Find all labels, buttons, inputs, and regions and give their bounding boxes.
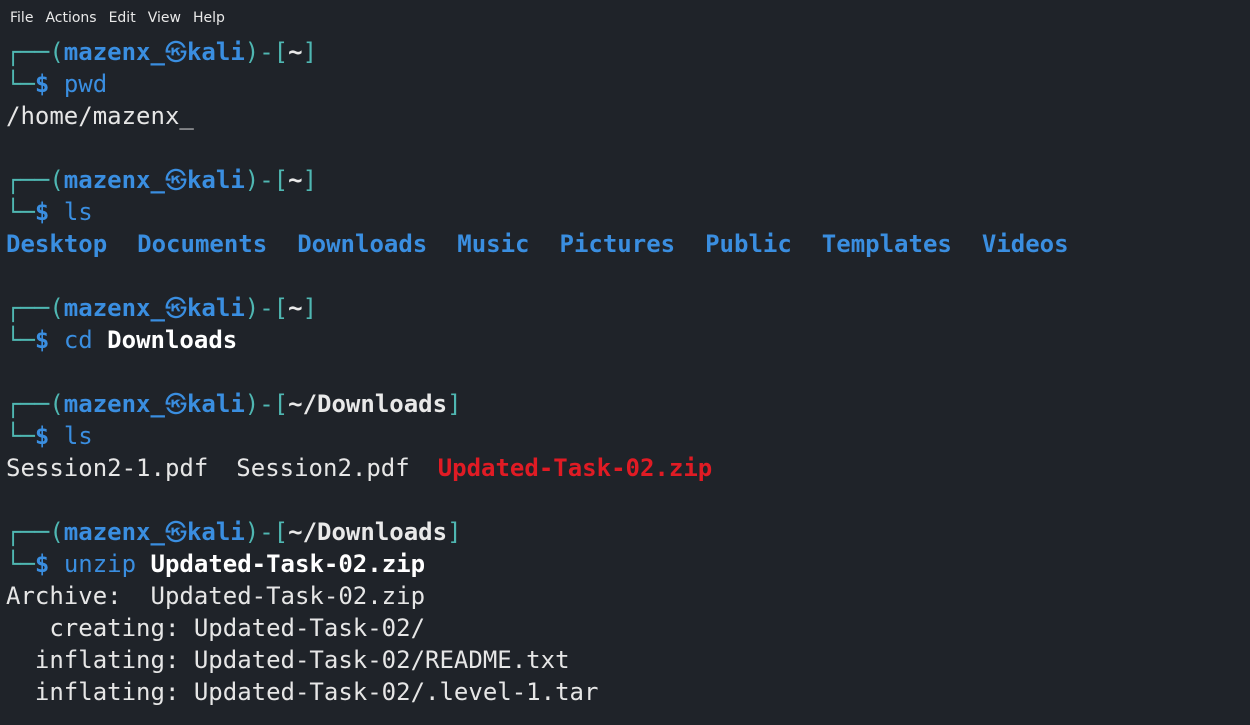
command-line: └─$ cd Downloads [6,326,238,354]
folder-entry: Templates [821,230,952,258]
menu-bar: File Actions Edit View Help [0,0,1250,36]
prompt-dollar: $ [34,198,50,226]
command-line: └─$ unzip Updated-Task-02.zip [6,550,426,578]
command: pwd [63,70,108,98]
prompt-line: ┌──(mazenx_㉿kali)-[~/Downloads] [6,518,462,546]
menu-actions[interactable]: Actions [39,10,102,26]
output-line: inflating: Updated-Task-02/README.txt [6,646,570,674]
folder-entry: Videos [981,230,1069,258]
prompt-line: ┌──(mazenx_㉿kali)-[~] [6,294,318,322]
prompt-host: kali [186,518,245,546]
folder-entry: Documents [137,230,268,258]
prompt-host: kali [186,166,245,194]
command: ls [63,422,93,450]
folder-entry: Pictures [559,230,676,258]
menu-file[interactable]: File [4,10,39,26]
command: cd [63,326,93,354]
command-line: └─$ pwd [6,70,108,98]
output-line: Session2-1.pdf Session2.pdf Updated-Task-0… [6,452,1246,484]
command-arg: Updated-Task-02.zip [150,550,426,578]
command-line: └─$ ls [6,198,93,226]
folder-entry: Public [705,230,792,258]
command: unzip [63,550,137,578]
prompt-user: mazenx_ [63,294,165,322]
prompt-host: kali [186,38,245,66]
zip-file-entry: Updated-Task-02.zip [437,454,713,482]
folder-entry: Downloads [297,230,428,258]
folder-entry: Desktop [6,230,108,258]
command: ls [63,198,93,226]
skull-icon: ㉿ [164,521,187,546]
prompt-dir: ~ [288,38,303,66]
prompt-line: ┌──(mazenx_㉿kali)-[~/Downloads] [6,390,462,418]
output-line: Archive: Updated-Task-02.zip [6,582,426,610]
prompt-dollar: $ [34,422,50,450]
menu-help[interactable]: Help [187,10,231,26]
skull-icon: ㉿ [164,169,187,194]
prompt-dir: ~ [288,166,303,194]
menu-view[interactable]: View [142,10,187,26]
prompt-user: mazenx_ [63,38,165,66]
prompt-dollar: $ [34,550,50,578]
prompt-dir: ~/Downloads [288,390,448,418]
output-line: inflating: Updated-Task-02/.level-1.tar [6,678,599,706]
prompt-line: ┌──(mazenx_㉿kali)-[~] [6,38,318,66]
prompt-user: mazenx_ [63,518,165,546]
skull-icon: ㉿ [164,297,187,322]
prompt-dollar: $ [34,326,50,354]
folder-entry: Music [457,230,530,258]
command-arg: Downloads [107,326,238,354]
prompt-host: kali [186,390,245,418]
prompt-dollar: $ [34,70,50,98]
output-line: /home/mazenx_ [6,102,194,130]
prompt-host: kali [186,294,245,322]
terminal-output[interactable]: ┌──(mazenx_㉿kali)-[~] └─$ pwd /home/maze… [6,36,1246,725]
prompt-dir: ~ [288,294,303,322]
file-entry: Session2.pdf [236,454,410,482]
prompt-user: mazenx_ [63,166,165,194]
skull-icon: ㉿ [164,41,187,66]
skull-icon: ㉿ [164,393,187,418]
command-line: └─$ ls [6,422,93,450]
prompt-user: mazenx_ [63,390,165,418]
file-entry: Session2-1.pdf [6,454,209,482]
prompt-line: ┌──(mazenx_㉿kali)-[~] [6,166,318,194]
output-line: Desktop Documents Downloads Music Pictures Pu… [6,228,1246,260]
menu-edit[interactable]: Edit [103,10,142,26]
prompt-dir: ~/Downloads [288,518,448,546]
output-line: creating: Updated-Task-02/ [6,614,426,642]
